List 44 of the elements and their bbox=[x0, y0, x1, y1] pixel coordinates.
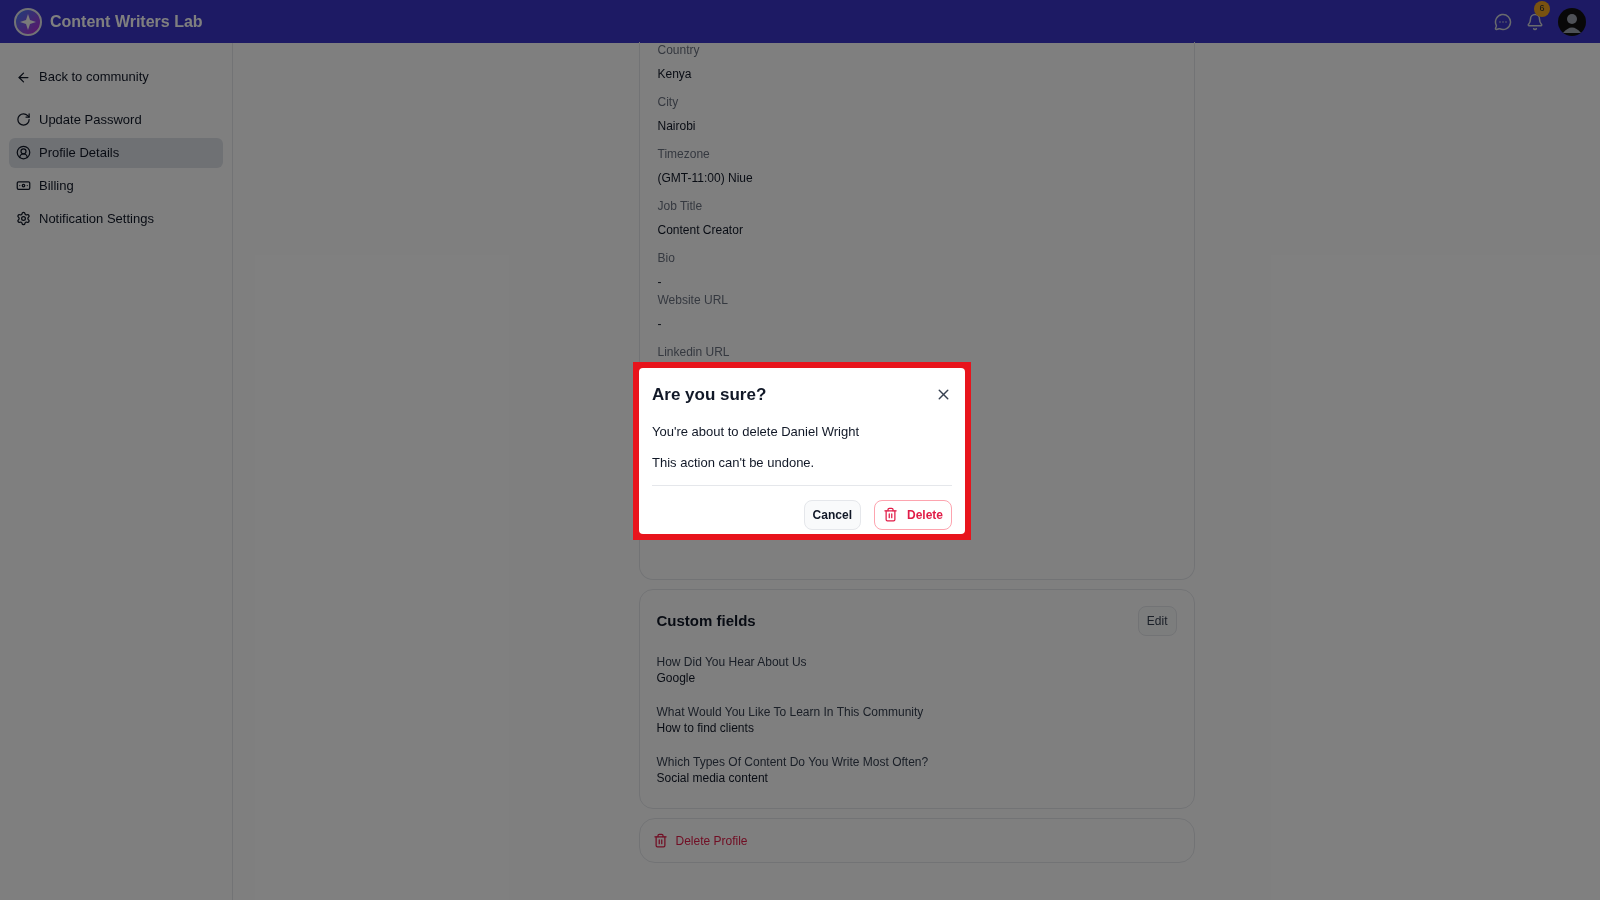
field-value: Nairobi bbox=[657, 118, 697, 134]
delete-profile-button[interactable]: Delete Profile bbox=[638, 818, 1195, 863]
custom-field-answer: Social media content bbox=[656, 770, 769, 786]
brand-name[interactable]: Content Writers Lab bbox=[50, 9, 203, 34]
custom-field-question: How Did You Hear About Us bbox=[656, 654, 808, 670]
field-label: Timezone bbox=[657, 146, 711, 162]
sidebar-item[interactable]: Notification Settings bbox=[9, 203, 223, 234]
dialog-title: Are you sure? bbox=[652, 384, 767, 406]
custom-field-answer: How to find clients bbox=[656, 720, 755, 736]
chat-icon[interactable] bbox=[1494, 12, 1512, 31]
trash-icon bbox=[652, 833, 668, 848]
logo-icon bbox=[14, 7, 42, 36]
field-label: City bbox=[657, 94, 680, 110]
settings-icon bbox=[16, 211, 31, 226]
section-title: Custom fields bbox=[656, 610, 756, 631]
dialog-warning: This action can't be undone. bbox=[652, 454, 816, 472]
field-value: (GMT-11:00) Niue bbox=[657, 170, 754, 186]
sidebar-item[interactable]: Billing bbox=[9, 170, 223, 201]
field-label: Job Title bbox=[657, 198, 704, 214]
user-icon bbox=[16, 145, 31, 160]
field-label: Country bbox=[657, 42, 701, 58]
delete-button[interactable]: Delete bbox=[873, 499, 952, 530]
avatar[interactable] bbox=[1558, 7, 1586, 36]
cancel-button[interactable]: Cancel bbox=[803, 499, 861, 530]
edit-button[interactable]: Edit bbox=[1137, 606, 1177, 636]
dialog-message: You're about to delete Daniel Wright bbox=[652, 422, 860, 441]
field-value: - bbox=[657, 316, 663, 332]
sidebar-item[interactable]: Profile Details bbox=[9, 137, 223, 168]
notification-bell-icon[interactable] bbox=[1526, 12, 1544, 31]
field-label: Bio bbox=[657, 250, 676, 266]
custom-field-question: What Would You Like To Learn In This Community bbox=[656, 704, 925, 720]
back-link[interactable]: Back to community bbox=[9, 63, 223, 91]
refresh-icon bbox=[16, 112, 31, 127]
notification-badge: 6 bbox=[1534, 0, 1550, 17]
field-value: Content Creator bbox=[657, 222, 744, 238]
sidebar-item[interactable]: Update Password bbox=[9, 104, 223, 135]
trash-icon bbox=[882, 507, 898, 522]
custom-field-question: Which Types Of Content Do You Write Most Often? bbox=[656, 754, 930, 770]
field-label: Linkedin URL bbox=[657, 344, 731, 360]
field-value: Kenya bbox=[657, 66, 693, 82]
banknote-icon bbox=[16, 178, 31, 193]
field-label: Website URL bbox=[657, 292, 729, 308]
custom-field-answer: Google bbox=[656, 670, 697, 686]
field-value: - bbox=[657, 274, 663, 290]
